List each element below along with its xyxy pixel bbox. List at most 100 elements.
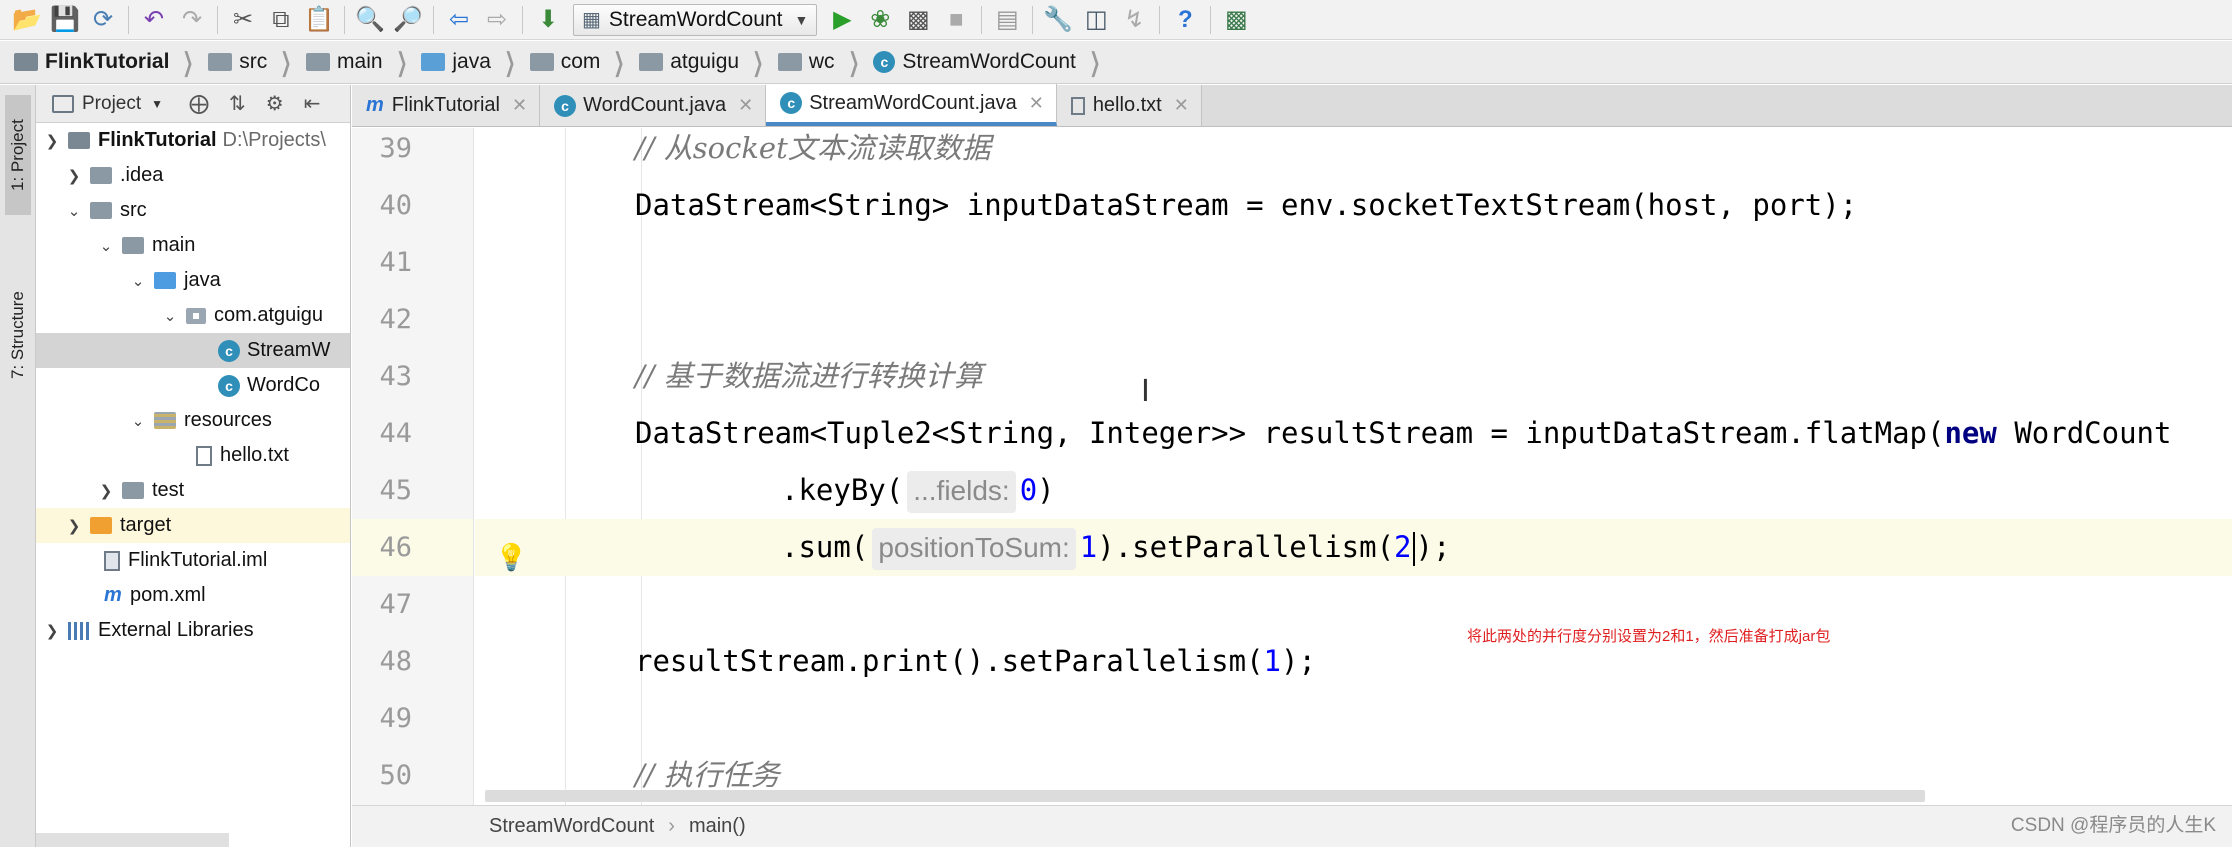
run-configuration-select[interactable]: ▦ StreamWordCount ▼ — [573, 3, 818, 36]
help-icon[interactable]: ? — [1169, 4, 1201, 36]
build-icon[interactable]: ⬇ — [532, 4, 564, 36]
tree-item-test[interactable]: ❯ test — [36, 473, 350, 508]
open-icon[interactable]: 📂 — [11, 4, 43, 36]
project-structure-icon[interactable]: ▤ — [991, 4, 1023, 36]
chevron-right-icon[interactable]: ❯ — [64, 517, 84, 535]
hide-panel-icon[interactable]: ⇤ — [304, 91, 321, 116]
find-icon[interactable]: 🔍 — [354, 4, 386, 36]
chevron-down-icon[interactable]: ⌄ — [64, 202, 84, 220]
mouse-ibeam-icon: I — [1141, 374, 1150, 409]
cut-icon[interactable]: ✂ — [227, 4, 259, 36]
locate-icon[interactable]: ⨁ — [189, 91, 209, 116]
debug-icon[interactable]: ❀ — [864, 4, 896, 36]
editor-crumb-method[interactable]: main() — [689, 815, 746, 838]
tree-item-streamwordcount[interactable]: c StreamW — [36, 333, 350, 368]
tree-item-java[interactable]: ⌄ java — [36, 263, 350, 298]
structure-tool-tab[interactable]: 7: Structure — [5, 235, 31, 435]
close-icon[interactable]: ✕ — [1029, 93, 1044, 114]
tree-item-main[interactable]: ⌄ main — [36, 228, 350, 263]
chevron-down-icon[interactable]: ❯ — [42, 132, 62, 150]
chevron-down-icon[interactable]: ▼ — [151, 97, 163, 111]
toolbar-divider — [344, 5, 345, 34]
collapse-all-icon[interactable]: ⇅ — [229, 91, 246, 116]
back-icon[interactable]: ⇦ — [443, 4, 475, 36]
tree-item-external-libraries[interactable]: ❯ External Libraries — [36, 613, 350, 648]
resources-folder-icon — [154, 412, 176, 429]
tree-item-label: target — [120, 514, 172, 536]
coverage-icon[interactable]: ▩ — [902, 4, 934, 36]
close-icon[interactable]: ✕ — [512, 95, 527, 116]
code-line-39: // 从socket文本流读取数据 — [475, 128, 2232, 177]
sdk-icon[interactable]: ◫ — [1080, 4, 1112, 36]
close-icon[interactable]: ✕ — [738, 95, 753, 116]
lightbulb-icon[interactable]: 💡 — [495, 542, 527, 573]
tree-item-hello-txt[interactable]: hello.txt — [36, 438, 350, 473]
nav-crumb-src[interactable]: src ❯ — [208, 41, 306, 83]
chevron-right-icon[interactable]: ❯ — [96, 482, 116, 500]
run-icon[interactable]: ▶ — [826, 4, 858, 36]
main-toolbar: 📂 💾 ⟳ ↶ ↷ ✂ ⧉ 📋 🔍 🔎 ⇦ ⇨ ⬇ ▦ StreamWordCo… — [0, 0, 2232, 40]
nav-crumb-main[interactable]: main ❯ — [306, 41, 421, 83]
tree-item-idea[interactable]: ❯ .idea — [36, 158, 350, 193]
nav-crumb-atguigu[interactable]: atguigu ❯ — [639, 41, 778, 83]
forward-icon[interactable]: ⇨ — [481, 4, 513, 36]
tree-item-target[interactable]: ❯ target — [36, 508, 350, 543]
code-number: 1 — [1263, 644, 1282, 678]
project-view-select[interactable]: Project — [82, 93, 141, 115]
chevron-right-icon[interactable]: ❯ — [64, 167, 84, 185]
sync-icon[interactable]: ⟳ — [87, 4, 119, 36]
tree-item-resources[interactable]: ⌄ resources — [36, 403, 350, 438]
code-text: DataStream<Tuple2<String, Integer>> resu… — [635, 416, 1945, 450]
chevron-right-icon[interactable]: ❯ — [42, 622, 62, 640]
terminal-icon[interactable]: ▩ — [1220, 4, 1252, 36]
tab-hello-txt[interactable]: hello.txt ✕ — [1056, 85, 1202, 126]
chevron-down-icon[interactable]: ⌄ — [96, 237, 116, 255]
nav-crumb-project[interactable]: FlinkTutorial ❯ — [14, 41, 208, 83]
horizontal-scrollbar[interactable] — [485, 790, 1925, 802]
tree-item-project-root[interactable]: ❯ FlinkTutorial D:\Projects\ — [36, 123, 350, 158]
tree-item-label: com.atguigu — [214, 304, 323, 326]
chevron-down-icon[interactable]: ⌄ — [128, 412, 148, 430]
line-number: 47 — [379, 589, 412, 620]
chevron-right-icon: ❯ — [396, 46, 407, 77]
nav-crumb-com[interactable]: com ❯ — [529, 41, 639, 83]
code-editor[interactable]: // 从socket文本流读取数据 DataStream<String> inp… — [475, 128, 2232, 805]
tab-streamwordcount[interactable]: c StreamWordCount.java ✕ — [766, 84, 1057, 126]
parameter-hint: ...fields: — [907, 471, 1016, 513]
tab-flinktutorial[interactable]: m FlinkTutorial ✕ — [352, 85, 541, 126]
gear-icon[interactable]: ⚙ — [266, 91, 284, 116]
tree-item-src[interactable]: ⌄ src — [36, 193, 350, 228]
chevron-down-icon[interactable]: ⌄ — [128, 272, 148, 290]
line-number: 50 — [379, 760, 412, 791]
text-caret — [1412, 532, 1415, 566]
tree-item-pom[interactable]: m pom.xml — [36, 578, 350, 613]
line-number-gutter[interactable]: 39 40 41 42 43 44 45 46 47 48 49 50 — [352, 128, 474, 805]
chevron-down-icon[interactable]: ⌄ — [160, 307, 180, 325]
stop-icon[interactable]: ■ — [940, 4, 972, 36]
paste-icon[interactable]: 📋 — [303, 4, 335, 36]
folder-icon — [122, 237, 144, 254]
tree-item-wordcount[interactable]: c WordCo — [36, 368, 350, 403]
redo-icon[interactable]: ↷ — [176, 4, 208, 36]
undo-icon[interactable]: ↶ — [138, 4, 170, 36]
nav-crumb-class[interactable]: c StreamWordCount ❯ — [873, 41, 1114, 83]
save-icon[interactable]: 💾 — [49, 4, 81, 36]
tree-item-package[interactable]: ⌄ com.atguigu — [36, 298, 350, 333]
excluded-folder-icon — [90, 517, 112, 534]
nav-crumb-wc[interactable]: wc ❯ — [777, 41, 873, 83]
replace-icon[interactable]: 🔎 — [392, 4, 424, 36]
settings-icon[interactable]: 🔧 — [1042, 4, 1074, 36]
tab-wordcount[interactable]: c WordCount.java ✕ — [540, 85, 767, 126]
project-tool-tab[interactable]: 1: Project — [5, 95, 31, 215]
maven-icon: m — [366, 94, 384, 116]
editor-crumb-class[interactable]: StreamWordCount — [489, 815, 654, 838]
tree-item-iml[interactable]: FlinkTutorial.iml — [36, 543, 350, 578]
code-text: .keyBy( — [781, 473, 904, 507]
close-icon[interactable]: ✕ — [1174, 95, 1189, 116]
project-panel-scrollbar[interactable] — [36, 833, 229, 847]
copy-icon[interactable]: ⧉ — [265, 4, 297, 36]
nav-crumb-label: StreamWordCount — [902, 50, 1076, 73]
nav-crumb-java[interactable]: java ❯ — [421, 41, 529, 83]
vcs-icon[interactable]: ↯ — [1118, 4, 1150, 36]
